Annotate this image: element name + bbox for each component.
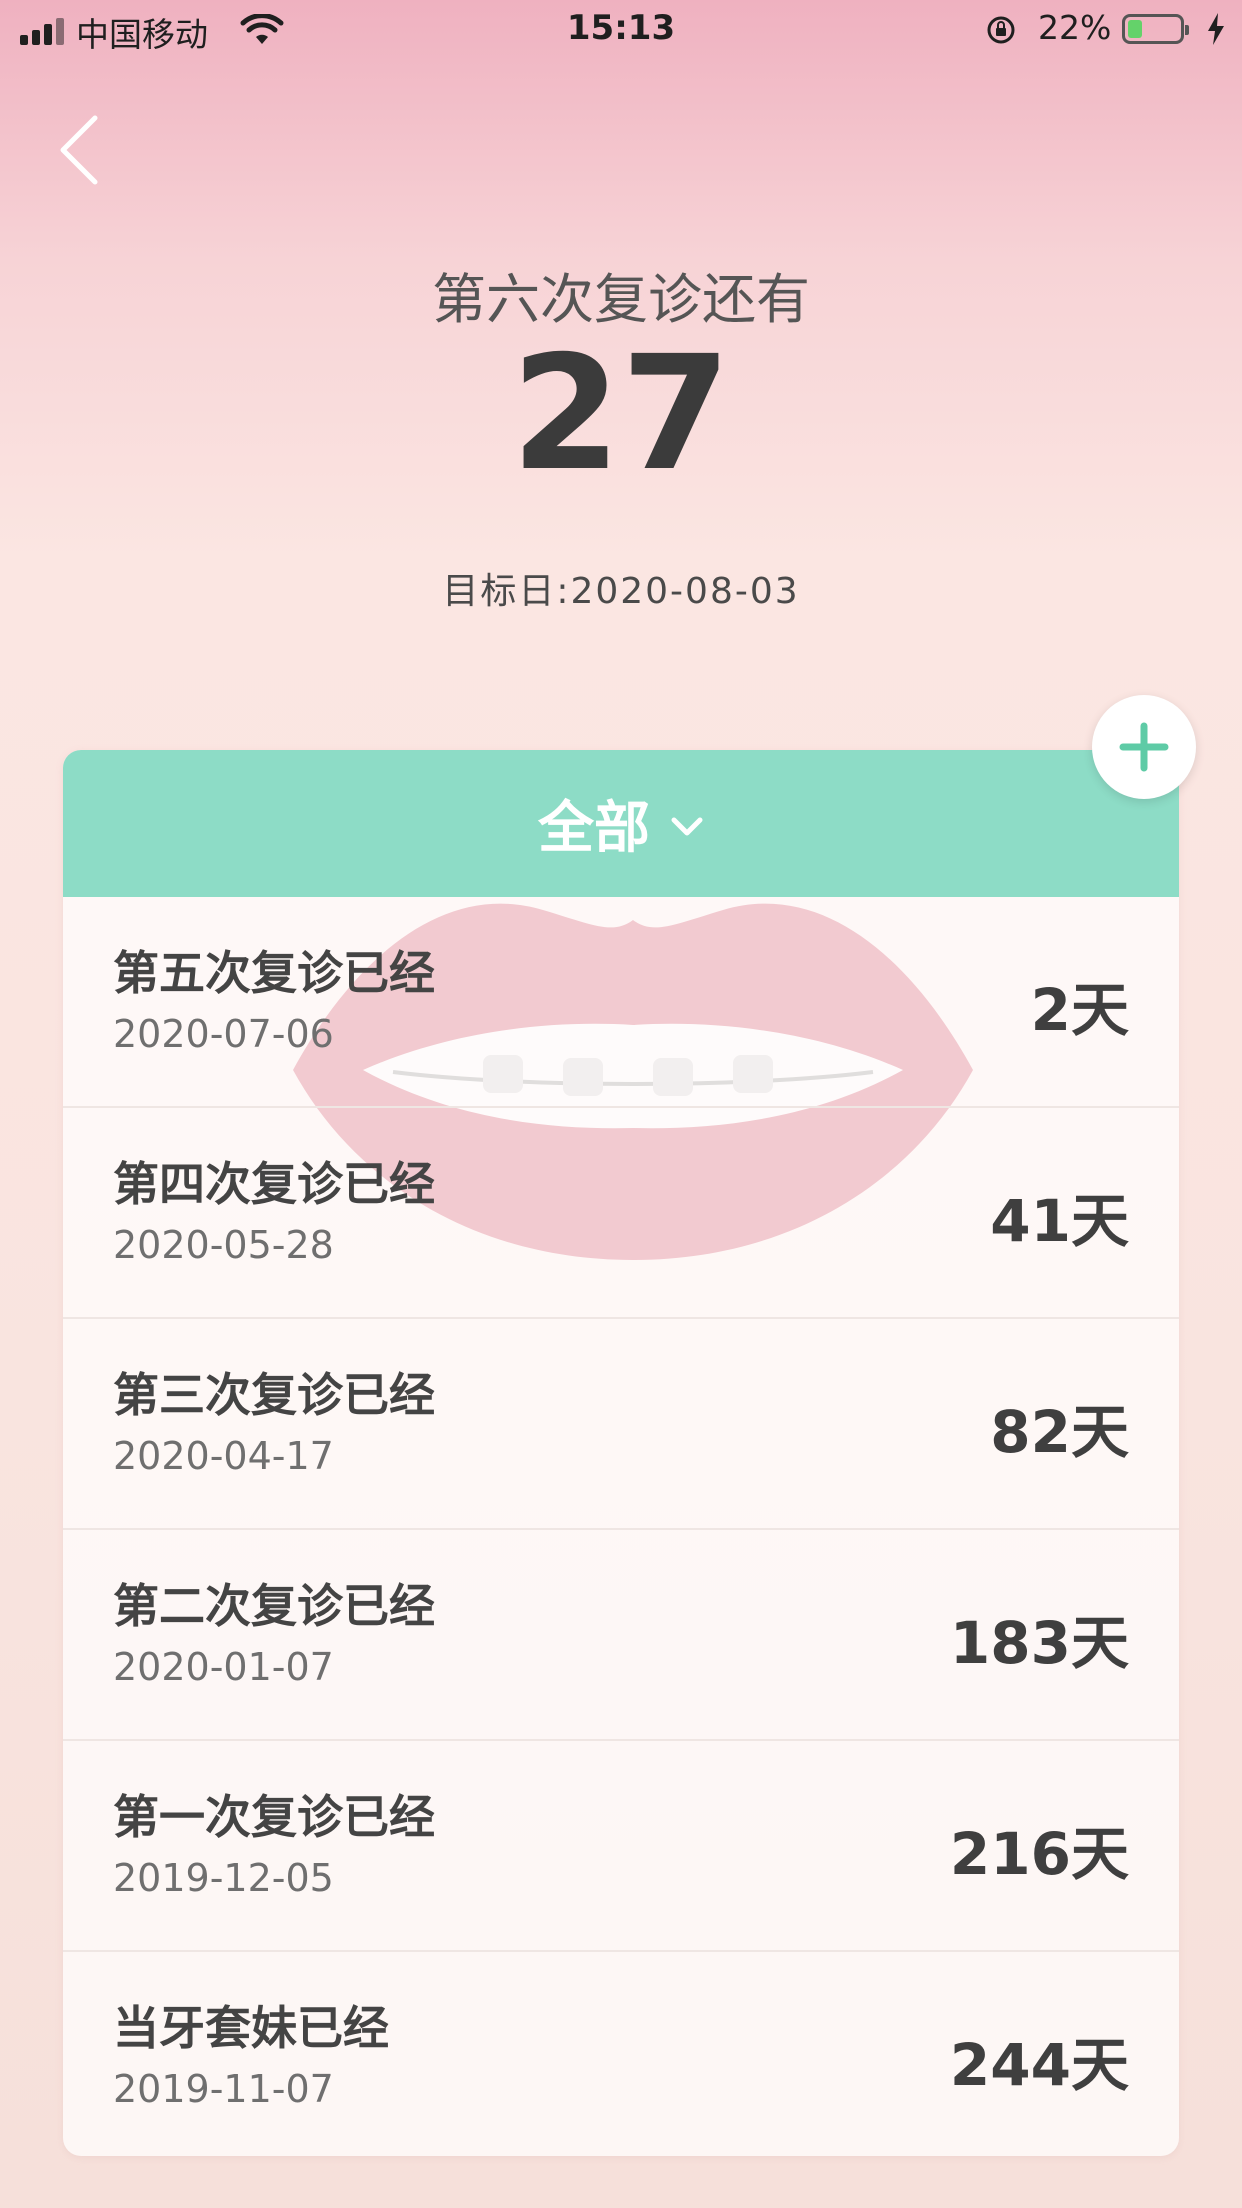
record-date: 2020-07-06 — [113, 1012, 334, 1056]
list-item[interactable]: 第五次复诊已经 2020-07-06 2天 — [63, 897, 1179, 1108]
list-item[interactable]: 第三次复诊已经 2020-04-17 82天 — [63, 1319, 1179, 1530]
battery-percentage: 22% — [1038, 8, 1112, 47]
add-record-button[interactable] — [1092, 695, 1196, 799]
record-date: 2020-01-07 — [113, 1645, 334, 1689]
rotation-lock-icon — [987, 16, 1015, 44]
record-title: 第一次复诊已经 — [113, 1790, 435, 1844]
chevron-left-icon — [60, 115, 98, 185]
record-title: 第二次复诊已经 — [113, 1579, 435, 1633]
chevron-down-icon — [671, 817, 703, 835]
record-title: 第五次复诊已经 — [113, 946, 435, 1000]
record-days: 244天 — [949, 2031, 1129, 2099]
records-list: 第五次复诊已经 2020-07-06 2天 第四次复诊已经 2020-05-28… — [63, 897, 1179, 2156]
record-days: 2天 — [1030, 976, 1129, 1044]
record-days: 183天 — [949, 1609, 1129, 1677]
record-title: 第四次复诊已经 — [113, 1157, 435, 1211]
record-date: 2019-11-07 — [113, 2067, 334, 2111]
record-days: 41天 — [990, 1187, 1129, 1255]
record-days: 82天 — [990, 1398, 1129, 1466]
record-title: 当牙套妹已经 — [113, 2001, 389, 2055]
record-date: 2020-05-28 — [113, 1223, 334, 1267]
target-date: 目标日:2020-08-03 — [442, 571, 800, 612]
list-item[interactable]: 当牙套妹已经 2019-11-07 244天 — [63, 1952, 1179, 2156]
records-card: 全部 第五次复诊已经 2020-07-06 2天 第四次复诊已经 2020-05… — [63, 750, 1179, 2156]
record-date: 2020-04-17 — [113, 1434, 334, 1478]
battery-icon — [1122, 14, 1189, 44]
filter-dropdown[interactable]: 全部 — [63, 750, 1179, 897]
record-days: 216天 — [949, 1820, 1129, 1888]
record-title: 第三次复诊已经 — [113, 1368, 435, 1422]
list-item[interactable]: 第一次复诊已经 2019-12-05 216天 — [63, 1741, 1179, 1952]
record-date: 2019-12-05 — [113, 1856, 334, 1900]
list-item[interactable]: 第二次复诊已经 2020-01-07 183天 — [63, 1530, 1179, 1741]
charging-icon — [1208, 13, 1224, 45]
plus-icon — [1119, 722, 1169, 772]
filter-label: 全部 — [538, 796, 650, 861]
list-item[interactable]: 第四次复诊已经 2020-05-28 41天 — [63, 1108, 1179, 1319]
status-bar: 中国移动 15:13 22% — [0, 0, 1242, 60]
back-button[interactable] — [55, 112, 115, 188]
countdown-days: 27 — [511, 322, 731, 506]
